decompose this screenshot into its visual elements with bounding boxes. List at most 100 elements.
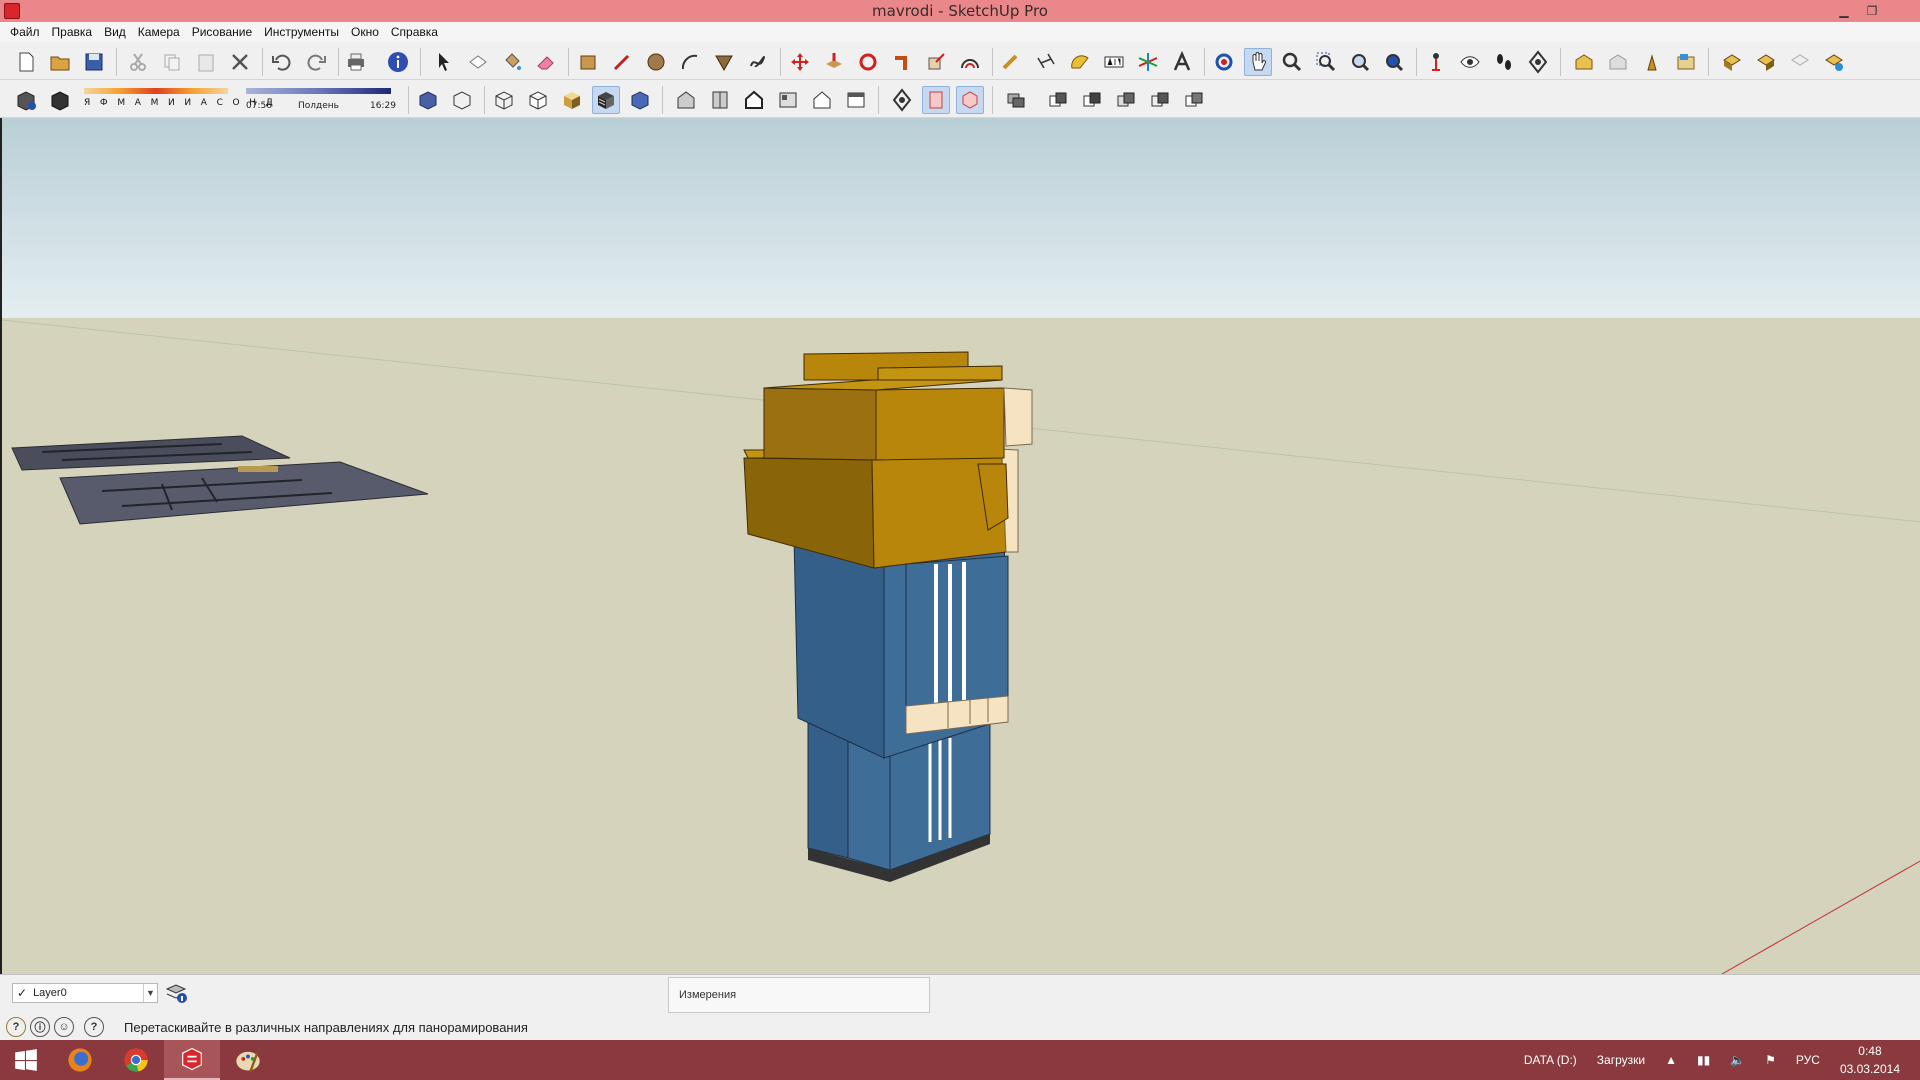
subtract-button[interactable]: [1146, 86, 1174, 114]
sketchup-app-icon[interactable]: [4, 3, 20, 19]
restore-button[interactable]: ❐: [1858, 0, 1886, 22]
layers-button[interactable]: [1002, 86, 1030, 114]
taskbar-chrome[interactable]: [108, 1040, 164, 1080]
circle-tool-button[interactable]: [642, 48, 670, 76]
downloads-toolbar[interactable]: Загрузки: [1597, 1053, 1645, 1067]
3d-viewport[interactable]: [0, 118, 1920, 974]
share-component-button[interactable]: [1638, 48, 1666, 76]
extension-warehouse-button[interactable]: [1672, 48, 1700, 76]
follow-me-button[interactable]: [888, 48, 916, 76]
layer-manager-button[interactable]: [164, 981, 188, 1005]
cut-button[interactable]: [124, 48, 152, 76]
chevron-down-icon[interactable]: ▼: [143, 984, 157, 1002]
left-view-button[interactable]: [842, 86, 870, 114]
rectangle-tool-button[interactable]: [574, 48, 602, 76]
section-plane-button[interactable]: [1524, 48, 1552, 76]
menu-file[interactable]: Файл: [4, 25, 46, 39]
hidden-line-button[interactable]: [524, 86, 552, 114]
3d-text-button[interactable]: [1168, 48, 1196, 76]
right-view-button[interactable]: [774, 86, 802, 114]
make-component-button[interactable]: [464, 48, 492, 76]
look-around-button[interactable]: [1456, 48, 1484, 76]
start-button[interactable]: [0, 1040, 52, 1080]
paint-bucket-button[interactable]: [498, 48, 526, 76]
network-icon[interactable]: ▮▮: [1697, 1053, 1710, 1067]
geolocation-icon[interactable]: ?: [6, 1017, 26, 1037]
line-tool-button[interactable]: [608, 48, 636, 76]
menu-window[interactable]: Окно: [345, 25, 385, 39]
push-pull-button[interactable]: [820, 48, 848, 76]
new-file-button[interactable]: [12, 48, 40, 76]
language-indicator[interactable]: РУС: [1796, 1053, 1820, 1067]
paste-button[interactable]: [192, 48, 220, 76]
back-edges-button[interactable]: [448, 86, 476, 114]
wireframe-button[interactable]: [490, 86, 518, 114]
taskbar-paint[interactable]: [220, 1040, 276, 1080]
zoom-extents-button[interactable]: [1346, 48, 1374, 76]
offset-tool-button[interactable]: [956, 48, 984, 76]
undo-button[interactable]: [268, 48, 296, 76]
iso-view-button[interactable]: [672, 86, 700, 114]
previous-view-button[interactable]: [1380, 48, 1408, 76]
freehand-tool-button[interactable]: [744, 48, 772, 76]
zoom-window-button[interactable]: [1312, 48, 1340, 76]
volume-icon[interactable]: 🔈: [1730, 1053, 1745, 1067]
layer-dropdown[interactable]: ✓ Layer0 ▼: [12, 983, 158, 1003]
menu-view[interactable]: Вид: [98, 25, 132, 39]
back-view-button[interactable]: [808, 86, 836, 114]
taskbar-firefox[interactable]: [52, 1040, 108, 1080]
xray-button[interactable]: [414, 86, 442, 114]
tray-expand-icon[interactable]: ▲: [1665, 1053, 1677, 1067]
shaded-with-textures-button[interactable]: [592, 86, 620, 114]
orbit-tool-button[interactable]: [1210, 48, 1238, 76]
drive-toolbar[interactable]: DATA (D:): [1524, 1053, 1577, 1067]
menu-draw[interactable]: Рисование: [186, 25, 258, 39]
display-section-cuts-button[interactable]: [956, 86, 984, 114]
print-button[interactable]: [342, 48, 370, 76]
photo-textures-button[interactable]: [1786, 48, 1814, 76]
zoom-tool-button[interactable]: [1278, 48, 1306, 76]
action-center-icon[interactable]: ⚑: [1765, 1053, 1776, 1067]
close-button[interactable]: [1886, 0, 1914, 22]
display-section-planes-button[interactable]: [922, 86, 950, 114]
credits-icon[interactable]: ⓘ: [30, 1017, 50, 1037]
eraser-button[interactable]: [532, 48, 560, 76]
rotate-tool-button[interactable]: [854, 48, 882, 76]
month-slider[interactable]: [84, 88, 228, 94]
time-slider[interactable]: [246, 88, 391, 94]
erase-button[interactable]: [226, 48, 254, 76]
pan-tool-button[interactable]: [1244, 48, 1272, 76]
polygon-tool-button[interactable]: [710, 48, 738, 76]
menu-edit[interactable]: Правка: [46, 25, 99, 39]
dimension-tool-button[interactable]: [1032, 48, 1060, 76]
measurements-box[interactable]: Измерения: [668, 977, 930, 1013]
display-shadows-button[interactable]: [46, 86, 74, 114]
shaded-button[interactable]: [558, 86, 586, 114]
user-icon[interactable]: ☺: [54, 1017, 74, 1037]
tray-clock[interactable]: 0:48 03.03.2014: [1840, 1042, 1900, 1078]
tape-measure-button[interactable]: [998, 48, 1026, 76]
axes-tool-button[interactable]: [1134, 48, 1162, 76]
front-view-button[interactable]: [740, 86, 768, 114]
top-view-button[interactable]: [706, 86, 734, 114]
menu-help[interactable]: Справка: [385, 25, 444, 39]
scale-tool-button[interactable]: [922, 48, 950, 76]
trim-button[interactable]: [1180, 86, 1208, 114]
outer-shell-button[interactable]: [1044, 86, 1072, 114]
redo-button[interactable]: [302, 48, 330, 76]
intersect-button[interactable]: [1078, 86, 1106, 114]
menu-tools[interactable]: Инструменты: [258, 25, 345, 39]
arc-tool-button[interactable]: [676, 48, 704, 76]
monochrome-button[interactable]: [626, 86, 654, 114]
add-location-button[interactable]: [1718, 48, 1746, 76]
union-button[interactable]: [1112, 86, 1140, 114]
text-tool-button[interactable]: [1100, 48, 1128, 76]
share-model-button[interactable]: [1604, 48, 1632, 76]
get-models-button[interactable]: [1570, 48, 1598, 76]
open-button[interactable]: [46, 48, 74, 76]
model-info-button[interactable]: [384, 48, 412, 76]
help-icon[interactable]: ?: [84, 1017, 104, 1037]
toggle-terrain-button[interactable]: [1752, 48, 1780, 76]
walk-button[interactable]: [1490, 48, 1518, 76]
move-tool-button[interactable]: [786, 48, 814, 76]
